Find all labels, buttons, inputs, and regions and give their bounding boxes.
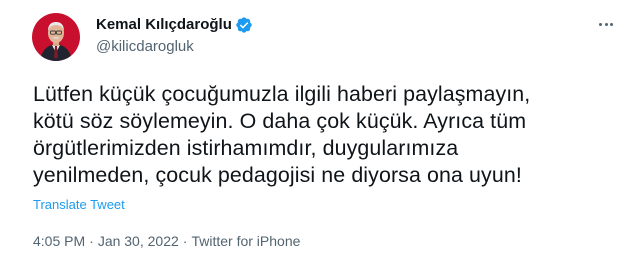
- tweet-text-line: örgütlerimizden istirhamımdır, duyguları…: [33, 136, 459, 160]
- author-display-name[interactable]: Kemal Kılıçdaroğlu: [96, 15, 232, 35]
- meta-separator: ·: [182, 233, 188, 249]
- avatar[interactable]: [32, 13, 80, 61]
- tweet-text-line: Lütfen küçük çocuğumuzla ilgili haberi p…: [33, 82, 531, 106]
- meta-separator: ·: [89, 233, 94, 249]
- tweet-text-line: yenilmeden, çocuk pedagojisi ne diyorsa …: [33, 163, 522, 187]
- tweet-source[interactable]: Twitter for iPhone: [191, 233, 300, 249]
- more-dot: [604, 22, 608, 26]
- author-info[interactable]: Kemal Kılıçdaroğlu @kilicdarogluk: [96, 15, 253, 57]
- tweet-date[interactable]: Jan 30, 2022: [98, 233, 179, 249]
- avatar-image: [32, 13, 80, 61]
- tweet-card: Kemal Kılıçdaroğlu @kilicdarogluk Lütfen…: [0, 0, 640, 264]
- more-options-icon[interactable]: [594, 14, 618, 34]
- author-handle[interactable]: @kilicdarogluk: [96, 37, 253, 57]
- tweet-metadata: 4:05 PM · Jan 30, 2022 · Twitter for iPhone: [33, 232, 300, 250]
- tweet-text: Lütfen küçük çocuğumuzla ilgili haberi p…: [33, 81, 613, 189]
- tweet-time[interactable]: 4:05 PM: [33, 233, 85, 249]
- author-name-row: Kemal Kılıçdaroğlu: [96, 15, 253, 35]
- more-dot: [609, 22, 613, 26]
- translate-tweet-link[interactable]: Translate Tweet: [33, 197, 125, 213]
- verified-badge-icon: [235, 16, 253, 34]
- tweet-text-line: kötü söz söylemeyin. O daha çok küçük. A…: [33, 109, 527, 133]
- more-dot: [599, 22, 603, 26]
